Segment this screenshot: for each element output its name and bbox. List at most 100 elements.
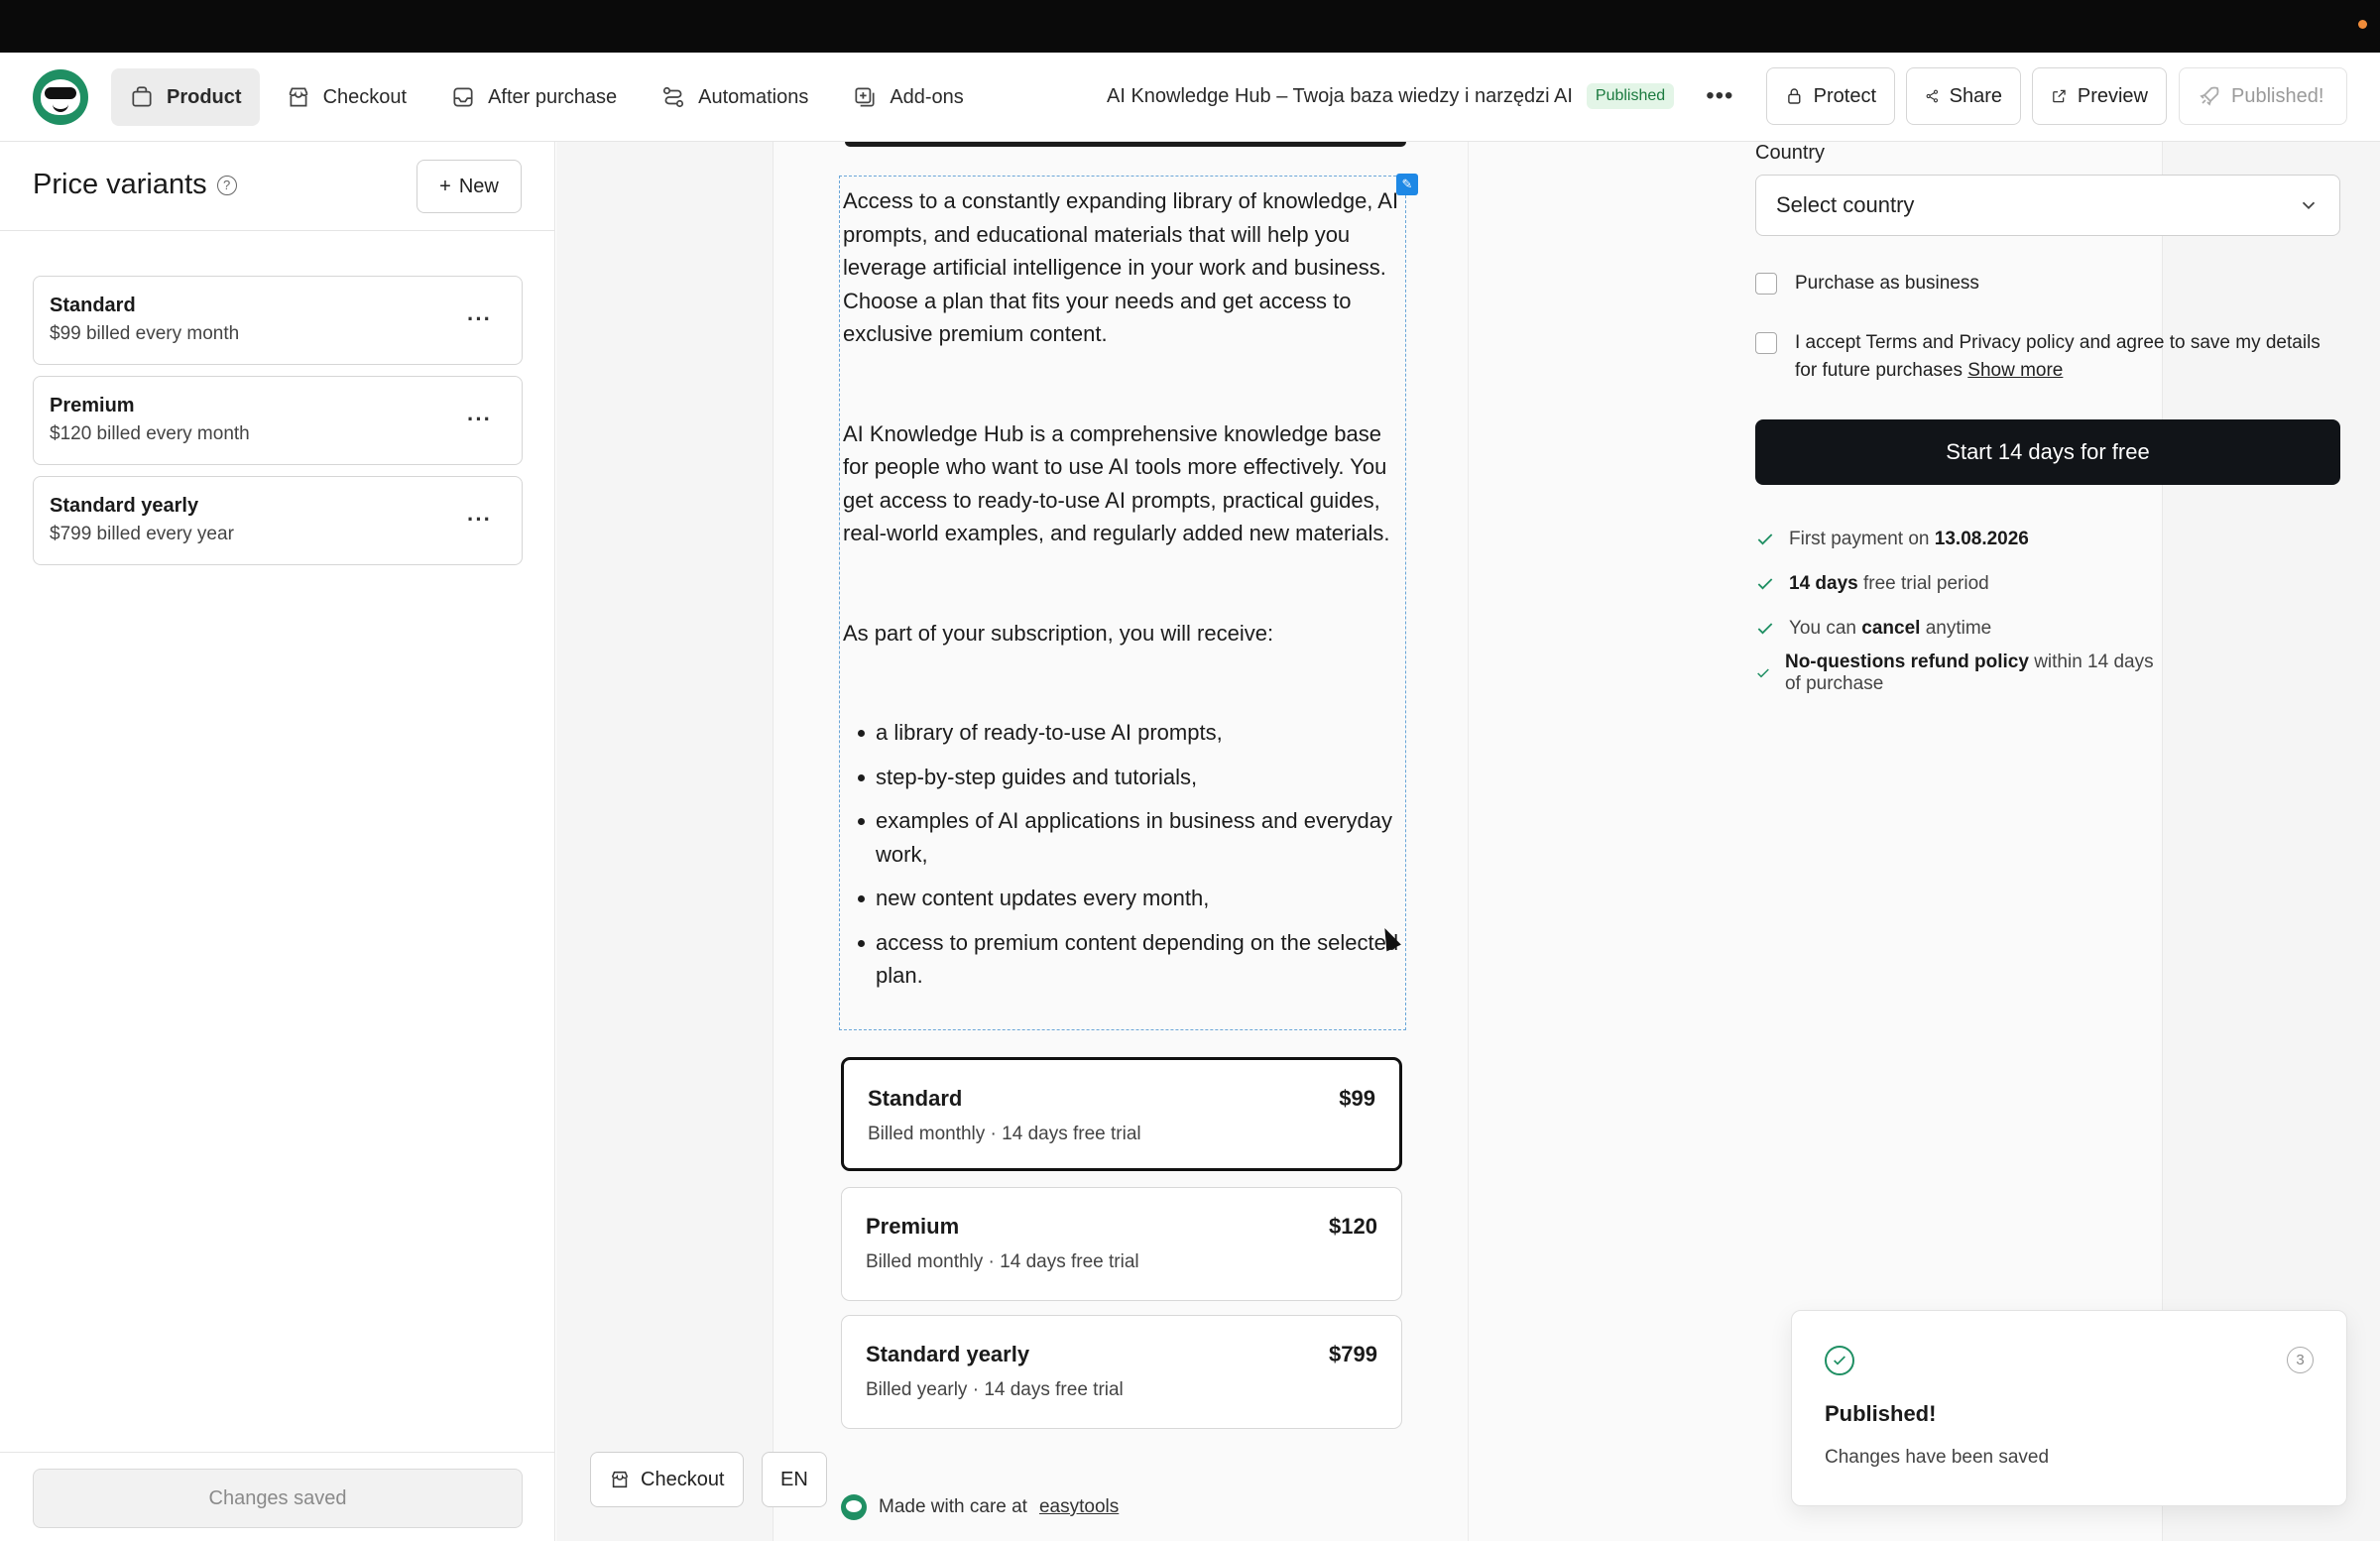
nav-after-purchase-label: After purchase — [488, 85, 618, 108]
status-badge: Published — [1586, 83, 1675, 109]
plan-name: Premium — [866, 1214, 960, 1239]
external-link-icon — [2053, 89, 2066, 103]
check-icon — [1757, 533, 1773, 544]
show-more-link[interactable]: Show more — [1967, 360, 2063, 381]
store-icon — [611, 1471, 629, 1488]
business-label: Purchase as business — [1795, 273, 1979, 294]
perk-text: First payment on 13.08.2026 — [1789, 528, 2029, 549]
business-checkbox[interactable] — [1755, 273, 1777, 295]
published-label: Published! — [2231, 84, 2324, 107]
plan-price: $99 — [1339, 1086, 1375, 1111]
sidebar-footer: Changes saved — [0, 1452, 554, 1541]
nav-checkout-label: Checkout — [322, 85, 408, 108]
new-variant-button[interactable]: + New — [416, 160, 522, 213]
app-header: Product Checkout After purchase Automati… — [0, 53, 2380, 142]
main-nav: Product Checkout After purchase Automati… — [111, 68, 982, 126]
description-editor[interactable]: Access to a constantly expanding library… — [839, 176, 1406, 1030]
terms-checkbox[interactable] — [1755, 332, 1777, 354]
variant-menu-icon[interactable]: ··· — [467, 507, 492, 533]
sidebar-title-text: Price variants — [33, 169, 207, 200]
variant-card[interactable]: Premium $120 billed every month ··· — [33, 376, 523, 465]
nav-product-label: Product — [167, 85, 242, 108]
plan-option-premium[interactable]: Premium $120 Billed monthly · 14 days fr… — [841, 1187, 1402, 1301]
terms-checkbox-row[interactable]: I accept Terms and Privacy policy and ag… — [1755, 329, 2340, 385]
variant-card[interactable]: Standard $99 billed every month ··· — [33, 276, 523, 365]
rocket-icon — [2200, 86, 2219, 106]
start-trial-button[interactable]: Start 14 days for free — [1755, 419, 2340, 485]
language-button[interactable]: EN — [762, 1452, 827, 1507]
business-checkbox-row[interactable]: Purchase as business — [1755, 270, 1979, 297]
chevron-down-icon — [2302, 201, 2316, 210]
nav-add-ons[interactable]: Add-ons — [834, 68, 982, 126]
country-label: Country — [1755, 142, 1826, 164]
sloth-logo-icon — [41, 79, 80, 115]
check-icon — [1757, 667, 1769, 677]
plus-icon: + — [439, 175, 451, 197]
share-button[interactable]: Share — [1906, 67, 2021, 125]
variant-price: $799 billed every year — [50, 524, 234, 544]
terms-text-wrap: I accept Terms and Privacy policy and ag… — [1795, 329, 2340, 385]
pencil-icon[interactable]: ✎ — [1396, 174, 1418, 195]
variant-name: Standard yearly — [50, 495, 199, 517]
changes-saved-button[interactable]: Changes saved — [33, 1469, 523, 1528]
nav-product[interactable]: Product — [111, 68, 260, 126]
nav-after-purchase[interactable]: After purchase — [432, 68, 635, 126]
country-select-value: Select country — [1776, 192, 1915, 217]
perk-text: No-questions refund policy within 14 day… — [1784, 651, 2154, 694]
published-button[interactable]: Published! — [2179, 67, 2347, 125]
plan-info: Billed yearly · 14 days free trial — [866, 1379, 1124, 1400]
product-title-area: AI Knowledge Hub – Twoja baza wiedzy i n… — [1107, 82, 1733, 110]
share-label: Share — [1949, 84, 2002, 107]
perk-text: You can cancel anytime — [1789, 617, 1992, 639]
help-icon[interactable]: ? — [216, 175, 237, 195]
variant-menu-icon[interactable]: ··· — [467, 306, 492, 332]
easytools-logo-icon — [841, 1494, 867, 1520]
plan-option-standard[interactable]: Standard $99 Billed monthly · 14 days fr… — [841, 1057, 1402, 1171]
variant-name: Standard — [50, 295, 136, 316]
product-image-edge — [845, 142, 1406, 147]
perk-item: First payment on 13.08.2026 — [1755, 517, 2162, 561]
toast-message: Changes have been saved — [1825, 1447, 2050, 1468]
new-variant-label: New — [458, 175, 499, 197]
plan-name: Standard — [868, 1086, 963, 1111]
list-item: a library of ready-to-use AI prompts, — [843, 716, 1402, 750]
perk-item: No-questions refund policy within 14 day… — [1755, 651, 2162, 695]
preview-label: Preview — [2077, 84, 2148, 107]
plan-info: Billed monthly · 14 days free trial — [868, 1124, 1141, 1144]
toast-title: Published! — [1825, 1401, 1937, 1426]
made-text: Made with care at — [879, 1496, 1027, 1517]
list-item: new content updates every month, — [843, 882, 1402, 915]
benefits-list: a library of ready-to-use AI prompts, st… — [843, 716, 1402, 993]
nav-automations[interactable]: Automations — [643, 68, 826, 126]
variant-price: $120 billed every month — [50, 423, 250, 444]
lock-icon — [1788, 88, 1801, 104]
check-icon — [1757, 622, 1773, 634]
preview-button[interactable]: Preview — [2032, 67, 2167, 125]
perks-list: First payment on 13.08.2026 14 days free… — [1755, 517, 2162, 695]
easytools-link[interactable]: easytools — [1039, 1496, 1119, 1518]
bag-icon — [132, 86, 152, 107]
plan-option-standard-yearly[interactable]: Standard yearly $799 Billed yearly · 14 … — [841, 1315, 1402, 1429]
inbox-icon — [453, 87, 473, 107]
plan-info: Billed monthly · 14 days free trial — [866, 1251, 1139, 1272]
list-item: access to premium content depending on t… — [843, 926, 1402, 993]
nav-automations-label: Automations — [698, 85, 809, 108]
store-icon — [289, 87, 308, 107]
more-options-icon[interactable]: ••• — [1706, 82, 1733, 110]
variant-menu-icon[interactable]: ··· — [467, 407, 492, 432]
nav-checkout[interactable]: Checkout — [268, 68, 425, 126]
protect-button[interactable]: Protect — [1766, 67, 1895, 125]
country-select[interactable]: Select country — [1755, 175, 2340, 236]
variant-card[interactable]: Standard yearly $799 billed every year ·… — [33, 476, 523, 565]
description-paragraph: Access to a constantly expanding library… — [843, 188, 1399, 346]
share-icon — [1926, 89, 1939, 103]
nav-add-ons-label: Add-ons — [890, 85, 964, 108]
checkout-view-button[interactable]: Checkout — [590, 1452, 744, 1507]
plan-name: Standard yearly — [866, 1342, 1030, 1366]
app-logo[interactable] — [33, 69, 88, 125]
toast-count-badge[interactable]: 3 — [2287, 1347, 2314, 1373]
price-variants-sidebar: Price variants ? + New Standard $99 bill… — [0, 142, 555, 1541]
product-title[interactable]: AI Knowledge Hub – Twoja baza wiedzy i n… — [1107, 85, 1573, 108]
published-toast: 3 Published! Changes have been saved — [1791, 1310, 2347, 1506]
variant-list: Standard $99 billed every month ··· Prem… — [33, 276, 523, 576]
